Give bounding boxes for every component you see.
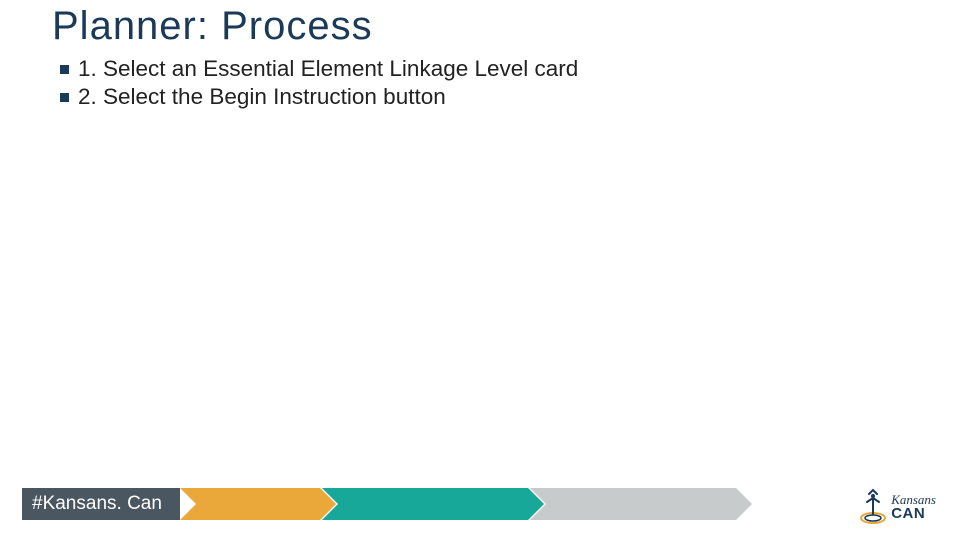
- logo-text: Kansans CAN: [891, 493, 936, 521]
- logo-text-bottom: CAN: [891, 506, 936, 521]
- list-item: 2. Select the Begin Instruction button: [60, 84, 578, 110]
- bullet-icon: [60, 93, 69, 102]
- bullet-text: 2. Select the Begin Instruction button: [78, 84, 446, 110]
- kansans-can-logo: Kansans CAN: [859, 488, 936, 526]
- slide: Planner: Process 1. Select an Essential …: [0, 0, 960, 540]
- bullet-icon: [60, 65, 69, 74]
- bullet-text: 1. Select an Essential Element Linkage L…: [78, 56, 578, 82]
- footer-band: #Kansans. Can: [22, 488, 770, 520]
- logo-mark-icon: [859, 488, 887, 526]
- list-item: 1. Select an Essential Element Linkage L…: [60, 56, 578, 82]
- chevron-strip-icon: [180, 488, 770, 520]
- bullet-list: 1. Select an Essential Element Linkage L…: [60, 56, 578, 112]
- slide-title: Planner: Process: [52, 4, 373, 49]
- hashtag-label: #Kansans. Can: [22, 488, 180, 520]
